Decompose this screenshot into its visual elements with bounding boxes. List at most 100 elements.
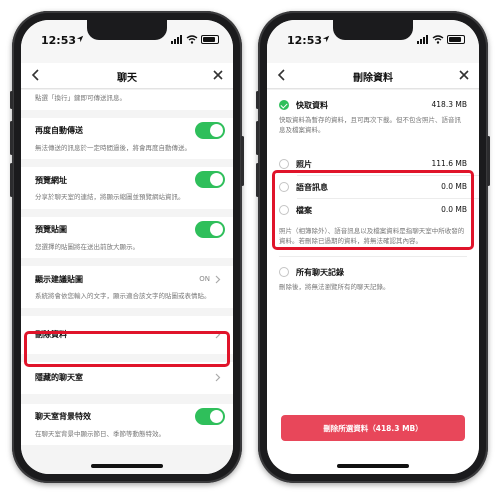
url-preview-toggle[interactable] <box>195 171 225 188</box>
voice-messages-checkbox[interactable] <box>279 182 289 192</box>
all-chats-label: 所有聊天記錄 <box>296 267 344 277</box>
suggested-stickers-label: 顯示建議貼圖 <box>35 274 83 284</box>
voice-messages-row[interactable]: 語音訊息 0.0 MB <box>267 176 479 198</box>
files-desc: 照片（相簿除外）、語音訊息以及檔案資料是指聊天室中所收發的資料。若刪除已過期的資… <box>279 227 465 245</box>
home-indicator <box>91 464 163 468</box>
suggested-stickers-row[interactable]: 顯示建議貼圖 ON <box>21 266 233 292</box>
auto-resend-desc: 無法傳送的訊息於一定時間過後，將會再度自動傳送。 <box>35 143 191 152</box>
files-size: 0.0 MB <box>441 205 467 214</box>
cache-label: 快取資料 <box>296 100 328 110</box>
sticker-preview-label: 預覽貼圖 <box>35 225 67 234</box>
setting-hidden-chats: 隱藏的聊天室 <box>21 361 233 394</box>
photos-label: 照片 <box>296 159 312 169</box>
all-chats-row[interactable]: 所有聊天記錄 <box>267 261 479 283</box>
page-title: 刪除資料 <box>353 73 393 84</box>
suggested-stickers-right: ON <box>199 266 221 292</box>
setting-background-effects: 聊天室背景特效 在聊天室背景中顯示節日、季節等動態特效。 <box>21 403 233 445</box>
nav-bar: 聊天 <box>21 63 233 89</box>
close-icon[interactable] <box>211 68 225 82</box>
status-icons <box>417 35 465 44</box>
home-indicator <box>337 464 409 468</box>
auto-resend-label: 再度自動傳送 <box>35 126 83 135</box>
file-data-group: 照片 111.6 MB 語音訊息 0.0 MB 檔案 0.0 MB <box>267 153 479 221</box>
setting-url-preview: 預覽網址 分享於聊天室的連結，將顯示縮圖並預覽網站資訊。 <box>21 167 233 209</box>
volume-down-button <box>10 163 13 197</box>
cache-size: 418.3 MB <box>431 100 467 109</box>
status-time: 12:53 <box>287 34 323 47</box>
delete-data-label: 刪除資料 <box>35 330 67 339</box>
suggested-stickers-value: ON <box>199 275 210 283</box>
battery-icon <box>447 35 465 44</box>
url-preview-desc: 分享於聊天室的連結，將顯示縮圖並預覽網站資訊。 <box>35 193 185 201</box>
voice-messages-label: 語音訊息 <box>296 182 328 192</box>
mute-switch <box>256 91 259 109</box>
nav-bar: 刪除資料 <box>267 63 479 89</box>
all-chats-checkbox[interactable] <box>279 267 289 277</box>
cache-checkbox[interactable] <box>279 100 289 110</box>
background-effects-row[interactable]: 聊天室背景特效 <box>21 404 233 430</box>
all-chats-desc: 刪除後，將無法瀏覽所有的聊天記錄。 <box>279 283 390 291</box>
background-effects-label: 聊天室背景特效 <box>35 412 91 421</box>
url-preview-label: 預覽網址 <box>35 175 67 185</box>
notch <box>87 20 167 40</box>
mute-switch <box>10 91 13 109</box>
delete-selected-button[interactable]: 刪除所選資料（418.3 MB） <box>281 415 465 441</box>
setting-delete-data: 刪除資料 <box>21 315 233 354</box>
wifi-icon <box>432 35 444 44</box>
location-arrow-icon <box>76 35 84 43</box>
hidden-chats-label: 隱藏的聊天室 <box>35 373 83 382</box>
delete-data-screen: 12:53 刪除資料 快取資料 418.3 MB 快取資料為暫存的資料，且可再次… <box>267 20 479 474</box>
suggested-stickers-desc: 系統將會依您輸入的文字，顯示適合該文字的貼圖或表情貼。 <box>35 292 211 300</box>
signal-icon <box>171 35 182 44</box>
background-effects-toggle[interactable] <box>195 407 225 425</box>
settings-list: 點選「換行」鍵即可傳送訊息。 再度自動傳送 無法傳送的訊息於一定時間過後，將會再… <box>21 90 233 474</box>
setting-sticker-preview: 預覽貼圖 您選擇的貼圖將在送出前放大顯示。 <box>21 216 233 258</box>
location-arrow-icon <box>322 35 330 43</box>
files-row[interactable]: 檔案 0.0 MB <box>267 199 479 221</box>
delete-data-right <box>214 316 221 354</box>
sticker-preview-desc: 您選擇的貼圖將在送出前放大顯示。 <box>35 242 139 251</box>
volume-up-button <box>256 121 259 155</box>
chevron-right-icon <box>215 373 221 382</box>
cache-row[interactable]: 快取資料 418.3 MB <box>267 94 479 116</box>
background-effects-desc: 在聊天室背景中顯示節日、季節等動態特效。 <box>35 429 165 438</box>
chevron-right-icon <box>215 275 221 283</box>
url-preview-row[interactable]: 預覽網址 <box>21 167 233 193</box>
sticker-preview-row[interactable]: 預覽貼圖 <box>21 217 233 243</box>
power-button <box>241 136 244 186</box>
intro-desc: 點選「換行」鍵即可傳送訊息。 <box>35 94 126 102</box>
notch <box>333 20 413 40</box>
delete-data-row[interactable]: 刪除資料 <box>21 316 233 354</box>
wifi-icon <box>186 35 198 44</box>
files-label: 檔案 <box>296 205 312 215</box>
files-checkbox[interactable] <box>279 205 289 215</box>
auto-resend-toggle[interactable] <box>195 121 225 139</box>
status-time: 12:53 <box>41 34 77 47</box>
photos-row[interactable]: 照片 111.6 MB <box>267 153 479 175</box>
phone-right: 12:53 刪除資料 快取資料 418.3 MB 快取資料為暫存的資料，且可再次… <box>256 11 490 483</box>
battery-icon <box>201 35 219 44</box>
phone-left: 12:53 聊天 點選「換行」鍵即可傳送訊息。 再度自動傳送 無法傳送的訊息於一… <box>10 11 244 483</box>
sticker-preview-toggle[interactable] <box>195 220 225 238</box>
signal-icon <box>417 35 428 44</box>
setting-auto-resend: 再度自動傳送 無法傳送的訊息於一定時間過後，將會再度自動傳送。 <box>21 117 233 159</box>
intro-section: 點選「換行」鍵即可傳送訊息。 <box>21 90 233 110</box>
volume-down-button <box>256 163 259 197</box>
auto-resend-row[interactable]: 再度自動傳送 <box>21 118 233 144</box>
screenshot-stage: 12:53 聊天 點選「換行」鍵即可傳送訊息。 再度自動傳送 無法傳送的訊息於一… <box>0 0 500 495</box>
chevron-right-icon <box>215 330 221 339</box>
power-button <box>487 136 490 186</box>
volume-up-button <box>10 121 13 155</box>
photos-size: 111.6 MB <box>431 159 467 168</box>
hidden-chats-right <box>214 362 221 394</box>
status-bar: 12:53 <box>267 20 479 63</box>
chat-settings-screen: 12:53 聊天 點選「換行」鍵即可傳送訊息。 再度自動傳送 無法傳送的訊息於一… <box>21 20 233 474</box>
hidden-chats-row[interactable]: 隱藏的聊天室 <box>21 362 233 394</box>
status-icons <box>171 35 219 44</box>
status-bar: 12:53 <box>21 20 233 63</box>
setting-suggested-stickers: 顯示建議貼圖 ON 系統將會依您輸入的文字，顯示適合該文字的貼圖或表情貼。 <box>21 266 233 308</box>
voice-messages-size: 0.0 MB <box>441 182 467 191</box>
photos-checkbox[interactable] <box>279 159 289 169</box>
close-icon[interactable] <box>457 68 471 82</box>
page-title: 聊天 <box>117 73 137 84</box>
